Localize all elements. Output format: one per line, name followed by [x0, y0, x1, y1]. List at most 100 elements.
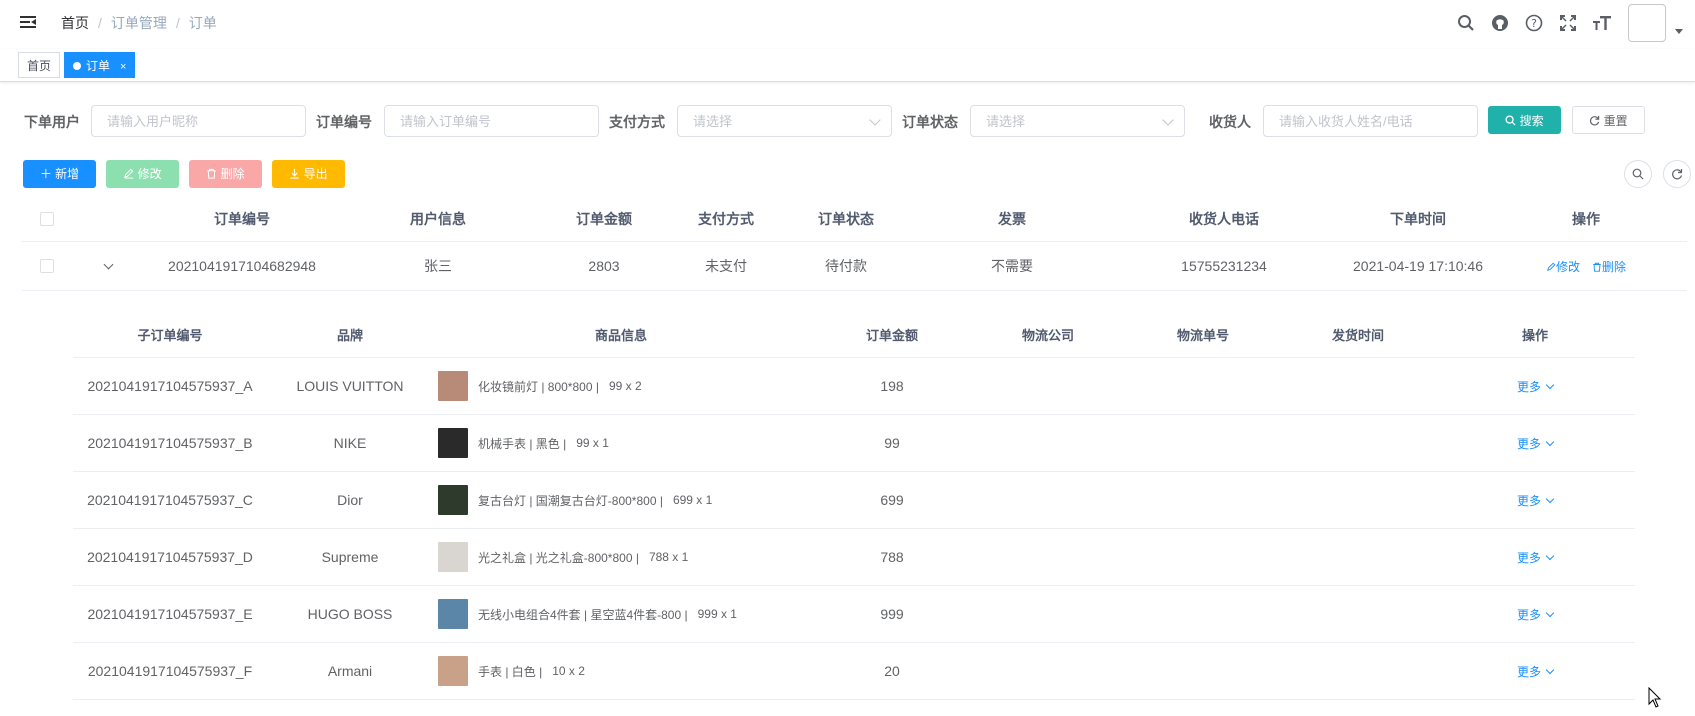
fullscreen-icon[interactable] [1558, 13, 1578, 33]
expand-button[interactable] [100, 242, 116, 290]
search-icon[interactable] [1456, 13, 1476, 33]
breadcrumb-home[interactable]: 首页 [61, 13, 89, 33]
export-button[interactable]: 导出 [272, 160, 345, 188]
col-ship-time: 发货时间 [1331, 328, 1384, 343]
col-logistics-no: 物流单号 [1176, 328, 1229, 343]
col-invoice: 发票 [998, 210, 1026, 227]
help-icon[interactable]: ? [1524, 13, 1544, 33]
more-cell: 更多 [1455, 415, 1615, 471]
add-button[interactable]: ＋ 新增 [23, 160, 96, 188]
more-cell: 更多 [1455, 472, 1615, 528]
edit-button[interactable]: 修改 [106, 160, 179, 188]
search-button-label: 搜索 [1519, 114, 1544, 128]
user-input[interactable] [91, 105, 306, 137]
more-label: 更多 [1516, 493, 1541, 508]
search-icon [1632, 168, 1644, 180]
more-cell: 更多 [1455, 529, 1615, 585]
sub-order-amount: 699 [880, 492, 904, 508]
user-info: 张三 [424, 258, 452, 274]
goods-info: 手表 | 白色 | 10 x 2 [438, 643, 585, 699]
chevron-down-icon [1545, 608, 1555, 617]
chevron-down-icon [1545, 665, 1555, 674]
mouse-cursor-icon [1648, 686, 1662, 712]
chevron-down-icon [1545, 380, 1555, 389]
breadcrumb-order: 订单 [188, 15, 217, 31]
sub-table-row[interactable]: 2021041917104575937_C Dior 复古台灯 | 国潮复古台灯-8… [73, 472, 1635, 529]
row-edit-link[interactable]: 修改 [1546, 258, 1580, 275]
select-all-checkbox[interactable] [40, 211, 54, 226]
caret-down-icon[interactable] [1675, 29, 1683, 34]
goods-quantity: 788 x 1 [648, 550, 689, 564]
delete-button-label: 删除 [220, 167, 245, 181]
col-status: 订单状态 [818, 210, 874, 227]
trash-icon [1593, 262, 1601, 272]
brand: Supreme [321, 549, 379, 565]
avatar[interactable] [1628, 4, 1666, 42]
col-time: 下单时间 [1390, 210, 1446, 227]
goods-info: 化妆镜前灯 | 800*800 | 99 x 2 [438, 358, 642, 414]
sub-order-no: 2021041917104575937_E [87, 606, 253, 622]
goods-info: 复古台灯 | 国潮复古台灯-800*800 | 699 x 1 [438, 472, 712, 528]
sub-table-row[interactable]: 2021041917104575937_D Supreme 光之礼盒 | 光之礼盒-… [73, 529, 1635, 586]
more-dropdown[interactable]: 更多 [1517, 549, 1555, 566]
tag-order[interactable]: 订单 × [64, 52, 136, 78]
delete-button[interactable]: 删除 [189, 160, 262, 188]
more-dropdown[interactable]: 更多 [1517, 663, 1555, 680]
brand: HUGO BOSS [307, 606, 393, 622]
col-sub-no: 子订单编号 [137, 328, 203, 343]
col-goods: 商品信息 [594, 328, 647, 343]
tag-home[interactable]: 首页 [18, 52, 61, 78]
payment-select[interactable] [677, 105, 892, 137]
goods-quantity: 99 x 1 [576, 436, 609, 450]
goods-quantity: 10 x 2 [552, 664, 585, 678]
payment-label: 支付方式 [609, 114, 665, 130]
edit-icon [124, 168, 134, 179]
col-user: 用户信息 [410, 210, 466, 227]
col-brand: 品牌 [336, 328, 363, 343]
order-no-input[interactable] [384, 105, 599, 137]
sub-order-no: 2021041917104575937_F [87, 663, 253, 679]
row-delete-link[interactable]: 删除 [1592, 258, 1626, 275]
search-button[interactable]: 搜索 [1488, 106, 1561, 134]
close-icon[interactable]: × [120, 61, 126, 73]
status-select[interactable] [970, 105, 1185, 137]
more-dropdown[interactable]: 更多 [1517, 435, 1555, 452]
toggle-search-button[interactable] [1624, 160, 1652, 188]
add-button-label: 新增 [55, 167, 80, 181]
plus-icon: ＋ [39, 167, 52, 181]
sub-order-no: 2021041917104575937_C [87, 492, 253, 508]
sub-order-no: 2021041917104575937_B [87, 435, 253, 451]
github-icon[interactable] [1490, 13, 1510, 33]
tags-view: 首页 订单 × [0, 49, 1695, 82]
goods-info: 机械手表 | 黑色 | 99 x 1 [438, 415, 609, 471]
font-size-icon[interactable] [1592, 13, 1612, 33]
goods-spec: 光之礼盒 | 光之礼盒-800*800 | [478, 550, 639, 565]
product-thumbnail [438, 599, 468, 629]
hamburger-icon[interactable] [19, 13, 37, 31]
goods-spec: 复古台灯 | 国潮复古台灯-800*800 | [478, 493, 663, 508]
sub-table-row[interactable]: 2021041917104575937_E HUGO BOSS 无线小电组合4件套 … [73, 586, 1635, 643]
more-dropdown[interactable]: 更多 [1516, 378, 1555, 395]
receiver-input[interactable] [1263, 105, 1478, 137]
sub-table-row[interactable]: 2021041917104575937_A LOUIS VUITTON 化妆镜前灯 … [73, 358, 1635, 415]
sub-table-row[interactable]: 2021041917104575937_F Armani 手表 | 白色 | 10 x… [73, 643, 1635, 700]
breadcrumb-separator: / [98, 15, 102, 31]
breadcrumb-order-management: 订单管理 [110, 15, 167, 31]
product-thumbnail [438, 485, 468, 515]
trash-icon [207, 168, 216, 179]
more-label: 更多 [1516, 379, 1541, 394]
more-dropdown[interactable]: 更多 [1516, 492, 1555, 509]
col-order-no: 订单编号 [214, 210, 270, 227]
sub-table-row[interactable]: 2021041917104575937_B NIKE 机械手表 | 黑色 | 99 x… [73, 415, 1635, 472]
table-row[interactable]: 2021041917104682948 张三 2803 未支付 待付款 不需要 … [22, 242, 1687, 291]
col-sub-amount: 订单金额 [865, 328, 918, 343]
more-label: 更多 [1516, 607, 1541, 622]
reset-button[interactable]: 重置 [1572, 106, 1645, 134]
refresh-icon [1672, 169, 1683, 180]
row-checkbox[interactable] [40, 259, 54, 273]
sub-order-amount: 20 [884, 663, 900, 679]
product-thumbnail [438, 371, 468, 401]
refresh-button[interactable] [1663, 160, 1691, 188]
search-icon [1505, 115, 1516, 126]
more-dropdown[interactable]: 更多 [1516, 606, 1555, 623]
